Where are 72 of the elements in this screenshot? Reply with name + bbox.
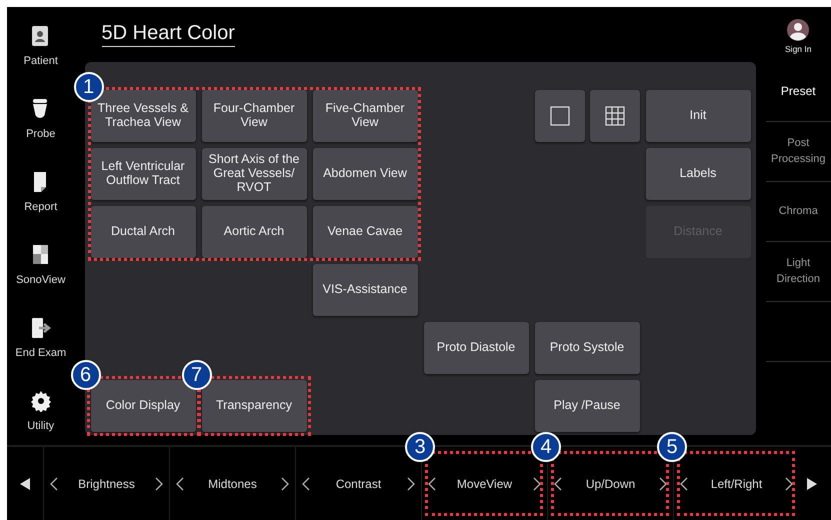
panel-button[interactable]: Four-Chamber View [202,90,306,142]
callout-number: 4 [531,432,561,462]
panel-button[interactable]: Venae Cavae [312,206,418,258]
callout-number: 7 [182,360,212,390]
chevron-left-icon [50,476,58,490]
increase-button[interactable] [404,476,417,490]
avatar-icon [787,19,810,42]
increase-button[interactable] [656,476,669,490]
sign-in-link[interactable]: Sign In [785,43,812,56]
side-tab[interactable]: Chroma [766,182,831,242]
left-triangle-icon [19,476,31,490]
panel-button[interactable]: Proto Systole [534,322,640,374]
chevron-right-icon [532,476,541,490]
knob-label: Contrast [336,476,382,492]
decrease-button[interactable] [174,476,186,490]
panel-button[interactable]: Short Axis of the Great Vessels/ RVOT [202,148,306,200]
panel-button[interactable]: Aortic Arch [202,206,306,258]
exit-icon [30,317,52,340]
single-view-icon [550,106,570,126]
single-layout-button[interactable] [534,90,584,142]
side-tab[interactable]: Preset [766,62,831,122]
chevron-left-icon [176,476,184,490]
decrease-button[interactable] [300,476,312,490]
grid-view-icon [604,106,624,126]
panel-button[interactable]: VIS-Assistance [312,264,418,316]
knob-label: MoveView [456,476,512,492]
panel-button[interactable]: Three Vessels & Trachea View [90,90,196,142]
knob-label: Up/Down [586,476,636,492]
panel-button[interactable]: Transparency [202,380,306,432]
callout-number: 1 [74,72,104,102]
side-tab[interactable]: Post Processing [766,122,831,182]
knob-label: Left/Right [710,476,762,492]
knob-label: Brightness [78,476,135,492]
panel-button[interactable]: Proto Diastole [424,322,528,374]
nav-item[interactable]: SonoView [7,230,74,303]
panel-button[interactable]: Ductal Arch [90,206,196,258]
panel-button[interactable]: Play /Pause [534,380,640,432]
settings-icon [30,390,52,412]
callout-number: 5 [657,432,687,462]
increase-button[interactable] [530,476,543,490]
knob-label: Midtones [208,476,257,492]
nav-item[interactable]: Probe [7,84,74,157]
chevron-right-icon [406,476,415,490]
callout-number: 6 [70,360,100,390]
grid-layout-button[interactable] [590,90,640,142]
chevron-right-icon [280,476,289,490]
chevron-right-icon [154,476,163,490]
panel-button[interactable]: Five-Chamber View [312,90,418,142]
decrease-button[interactable] [678,476,690,490]
chevron-left-icon [428,476,436,490]
chevron-left-icon [554,476,562,490]
panel-button[interactable]: Color Display [90,380,196,432]
nav-item[interactable]: Report [7,157,74,230]
decrease-button[interactable] [48,476,60,490]
panel-button[interactable]: Init [646,90,750,142]
increase-button[interactable] [278,476,291,490]
chevron-right-icon [785,476,793,490]
chevron-left-icon [302,476,310,490]
callout-number: 3 [405,432,435,462]
panel-button[interactable]: Left Ventricular Outflow Tract [90,148,196,200]
panel-button[interactable]: Abdomen View [312,148,418,200]
screen-title: 5D Heart Color [102,22,235,47]
increase-button[interactable] [783,476,795,490]
decrease-button[interactable] [552,476,564,490]
increase-button[interactable] [152,476,165,490]
chevron-right-icon [658,476,667,490]
nav-item[interactable]: Patient [7,11,74,84]
side-tab[interactable]: Light Direction [766,242,831,302]
chevron-left-icon [680,476,688,490]
decrease-button[interactable] [426,476,438,490]
right-triangle-icon [806,476,818,490]
panel-button[interactable]: Labels [646,148,750,200]
